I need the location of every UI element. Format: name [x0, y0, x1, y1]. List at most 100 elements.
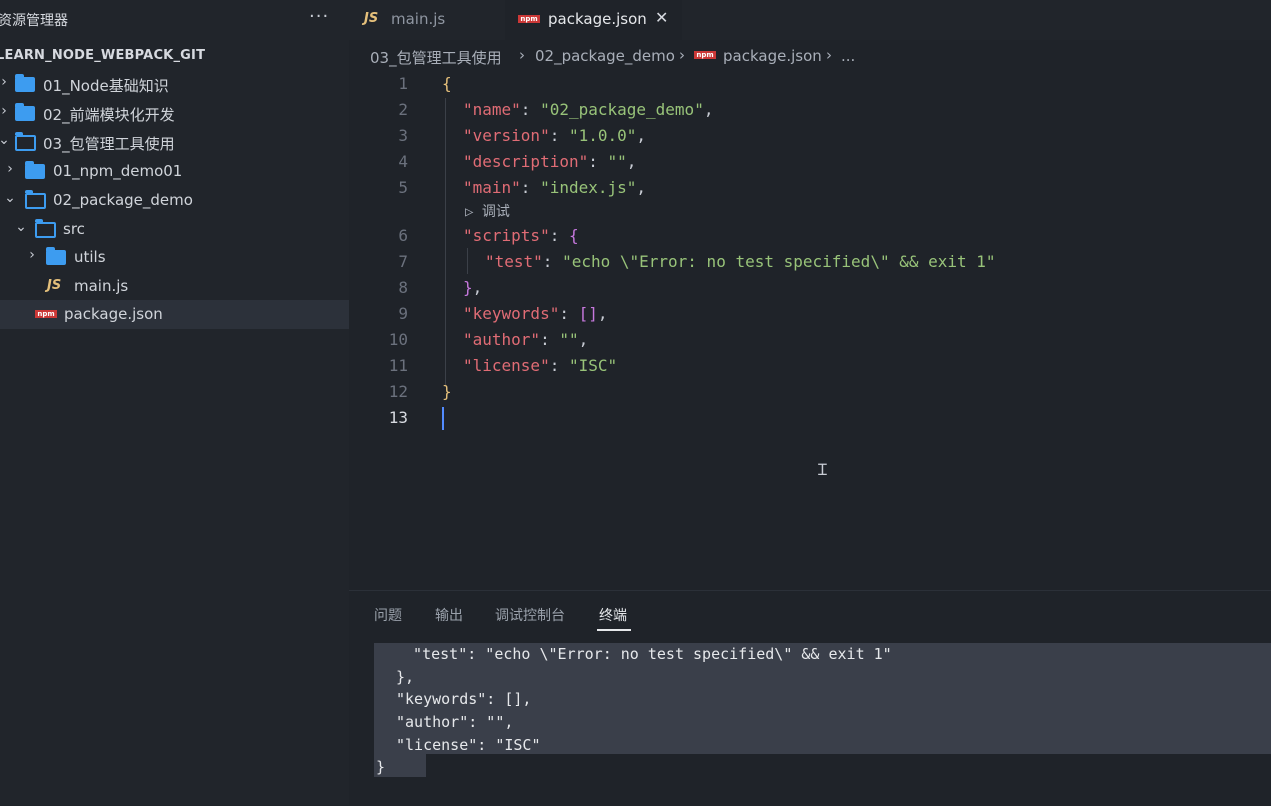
- breadcrumb-item[interactable]: ...: [841, 47, 855, 65]
- terminal-line: "author": "",: [396, 713, 514, 731]
- folder-icon: [15, 103, 35, 121]
- line-number: 10: [388, 330, 408, 349]
- javascript-file-icon: JS: [47, 278, 62, 293]
- line-number-current: 13: [388, 408, 408, 427]
- tab-output[interactable]: 输出: [435, 605, 463, 625]
- line-number: 7: [398, 252, 408, 271]
- tree-item-label: utils: [74, 248, 106, 266]
- tree-item-label: 03_包管理工具使用: [43, 135, 175, 153]
- project-root[interactable]: LEARN_NODE_WEBPACK_GIT: [0, 42, 349, 70]
- tree-item-package-tools[interactable]: ⌄ 03_包管理工具使用: [0, 128, 349, 157]
- tree-item-package-demo[interactable]: ⌄ 02_package_demo: [0, 186, 349, 215]
- chevron-right-icon: ›: [29, 247, 35, 263]
- javascript-file-icon: JS: [364, 11, 379, 26]
- folder-icon: [46, 247, 66, 265]
- line-number: 1: [398, 74, 408, 93]
- mouse-ibeam-icon: Ɪ: [818, 460, 827, 479]
- code-line: "version": "1.0.0",: [463, 126, 647, 145]
- tree-item-label: main.js: [74, 277, 129, 295]
- npm-file-icon: npm: [694, 51, 716, 59]
- folder-open-icon: [35, 219, 56, 238]
- breadcrumb-item[interactable]: package.json: [723, 47, 822, 65]
- bottom-panel: 问题 输出 调试控制台 终端 "test": "echo \"Error: no…: [349, 590, 1271, 806]
- tree-item-frontend-modules[interactable]: › 02_前端模块化开发: [0, 99, 349, 128]
- folder-icon: [15, 74, 35, 92]
- tree-item-label: src: [63, 220, 85, 238]
- terminal-line: },: [396, 668, 415, 686]
- explorer-title: 资源管理器: [0, 13, 68, 29]
- chevron-down-icon: ⌄: [4, 190, 16, 206]
- active-tab-indicator: [597, 629, 631, 631]
- breadcrumb-item[interactable]: 02_package_demo: [535, 47, 675, 65]
- chevron-down-icon: ⌄: [0, 132, 10, 148]
- chevron-right-icon: ›: [7, 161, 13, 177]
- tab-problems[interactable]: 问题: [374, 605, 402, 625]
- code-line: "name": "02_package_demo",: [463, 100, 714, 119]
- debug-codelens[interactable]: ▷ 调试: [465, 201, 510, 221]
- explorer-header: 资源管理器 ···: [0, 0, 349, 40]
- npm-file-icon: npm: [35, 310, 57, 318]
- folder-open-icon: [25, 190, 46, 209]
- breadcrumb-separator: ›: [519, 46, 525, 64]
- code-line: }: [442, 382, 452, 401]
- chevron-down-icon: ⌄: [15, 219, 27, 235]
- tree-item-package-json[interactable]: npm package.json: [0, 300, 349, 329]
- terminal-line: "keywords": [],: [396, 690, 532, 708]
- code-line: },: [463, 278, 483, 297]
- code-line: {: [442, 74, 452, 93]
- tree-item-src[interactable]: ⌄ src: [0, 215, 349, 244]
- line-number: 8: [398, 278, 408, 297]
- breadcrumb-item[interactable]: 03_包管理工具使用: [370, 47, 502, 68]
- line-number: 2: [398, 100, 408, 119]
- tab-terminal[interactable]: 终端: [599, 605, 627, 625]
- tree-item-label: 01_Node基础知识: [43, 77, 169, 95]
- tree-item-label: 02_前端模块化开发: [43, 106, 175, 124]
- line-number: 9: [398, 304, 408, 323]
- tree-item-label: 02_package_demo: [53, 191, 193, 209]
- breadcrumb-separator: ›: [826, 46, 832, 64]
- chevron-right-icon: ›: [1, 74, 7, 90]
- code-line: "main": "index.js",: [463, 178, 647, 197]
- explorer-sidebar: 资源管理器 ··· LEARN_NODE_WEBPACK_GIT › 01_No…: [0, 0, 349, 805]
- code-line: "author": "",: [463, 330, 589, 349]
- line-number: 5: [398, 178, 408, 197]
- tab-label: package.json: [548, 10, 647, 28]
- tree-item-utils[interactable]: › utils: [0, 243, 349, 272]
- line-number: 11: [388, 356, 408, 375]
- editor-tab-bar: JS main.js npm package.json ✕: [349, 0, 1271, 40]
- terminal-line: "test": "echo \"Error: no test specified…: [395, 645, 892, 663]
- tab-main-js[interactable]: JS main.js: [349, 0, 505, 40]
- line-number: 6: [398, 226, 408, 245]
- terminal-line: }: [376, 758, 386, 776]
- chevron-right-icon: ›: [1, 103, 7, 119]
- code-line: "scripts": {: [463, 226, 579, 245]
- code-editor[interactable]: 1 2 3 4 5 6 7 8 9 10 11 12 13 { "name": …: [349, 72, 1271, 590]
- more-actions-icon[interactable]: ···: [309, 6, 329, 27]
- code-line: "description": "",: [463, 152, 637, 171]
- npm-file-icon: npm: [518, 15, 540, 23]
- tree-item-label: package.json: [64, 305, 163, 323]
- close-icon[interactable]: ✕: [655, 8, 668, 27]
- line-number: 12: [388, 382, 408, 401]
- tree-item-npm-demo01[interactable]: › 01_npm_demo01: [0, 157, 349, 186]
- project-title: LEARN_NODE_WEBPACK_GIT: [0, 48, 206, 63]
- line-number: 3: [398, 126, 408, 145]
- code-line: "keywords": [],: [463, 304, 608, 323]
- tab-debug-console[interactable]: 调试控制台: [495, 605, 565, 625]
- folder-open-icon: [15, 132, 36, 151]
- indent-guide: [445, 98, 446, 386]
- folder-icon: [25, 161, 45, 179]
- breadcrumb: 03_包管理工具使用 › 02_package_demo › npm packa…: [349, 40, 1271, 72]
- indent-guide: [467, 248, 468, 274]
- tree-item-node-basics[interactable]: › 01_Node基础知识: [0, 70, 349, 99]
- code-line: "test": "echo \"Error: no test specified…: [485, 252, 996, 271]
- line-number: 4: [398, 152, 408, 171]
- tab-package-json[interactable]: npm package.json ✕: [505, 0, 682, 40]
- terminal-line: "license": "ISC": [396, 736, 541, 754]
- tab-label: main.js: [391, 10, 446, 28]
- text-cursor: [442, 407, 444, 430]
- breadcrumb-separator: ›: [679, 46, 685, 64]
- tree-item-label: 01_npm_demo01: [53, 162, 183, 180]
- code-line: "license": "ISC": [463, 356, 618, 375]
- tree-item-main-js[interactable]: JS main.js: [0, 272, 349, 301]
